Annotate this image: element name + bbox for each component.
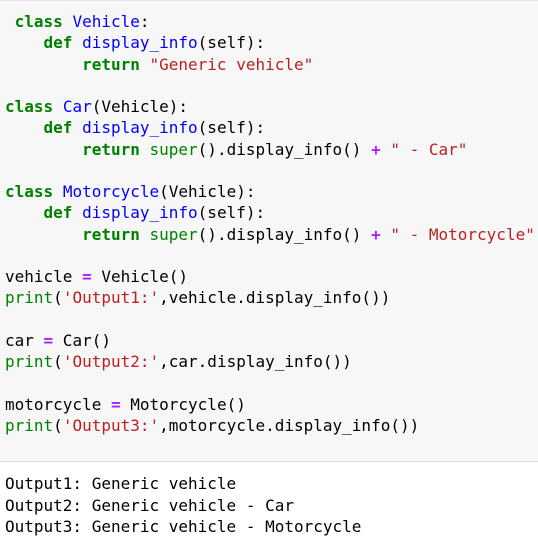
code-line: class Motorcycle(Vehicle):: [5, 181, 535, 202]
code-editor[interactable]: class Vehicle: def display_info(self): r…: [5, 11, 535, 436]
operator-token: =: [43, 330, 54, 350]
code-token: (Vehicle):: [159, 182, 256, 201]
name-token: Motorcycle: [62, 182, 160, 201]
code-token: ().display_info(): [197, 224, 372, 244]
code-line: motorcycle = Motorcycle(): [5, 394, 535, 415]
code-token: ,motorcycle.display_info()): [159, 415, 420, 435]
keyword-token: class: [5, 182, 54, 201]
code-token: (: [53, 415, 63, 435]
code-input-area[interactable]: class Vehicle: def display_info(self): r…: [0, 0, 538, 462]
code-token: ,car.display_info()): [159, 352, 352, 371]
name-token: display_info: [82, 118, 198, 138]
output-line: Output3: Generic vehicle - Motorcycle: [5, 517, 362, 536]
operator-token: +: [371, 139, 381, 159]
code-token: (self):: [197, 33, 266, 53]
cell-output-area: Output1: Generic vehicle Output2: Generic…: [0, 462, 538, 551]
code-token: :: [139, 12, 150, 31]
string-token: 'Output3:': [62, 415, 160, 435]
code-line: print('Output2:',car.display_info()): [5, 351, 535, 372]
code-token: Motorcycle(): [120, 394, 246, 414]
operator-token: =: [82, 267, 92, 286]
code-token: ,vehicle.display_info()): [159, 288, 391, 308]
code-token: (Vehicle):: [91, 97, 189, 116]
keyword-token: def: [43, 118, 73, 138]
output-line: Output1: Generic vehicle: [5, 474, 237, 493]
builtin-token: super: [149, 139, 198, 159]
keyword-token: class: [5, 97, 54, 116]
code-line: car = Car(): [5, 330, 535, 351]
code-token: (self):: [197, 118, 266, 138]
code-token: (: [53, 288, 63, 308]
output-line: Output2: Generic vehicle - Car: [5, 495, 294, 515]
code-line: def display_info(self):: [5, 202, 535, 223]
string-token: "Generic vehicle": [149, 54, 314, 74]
builtin-token: print: [5, 352, 54, 371]
builtin-token: super: [149, 224, 198, 244]
code-line: return super().display_info() + " - Car": [5, 139, 535, 160]
code-token: (: [53, 352, 63, 371]
name-token: Vehicle: [72, 12, 140, 31]
string-token: 'Output1:': [62, 288, 160, 308]
code-token: (self):: [197, 203, 266, 223]
keyword-token: return: [82, 224, 140, 244]
code-token: Vehicle(): [91, 267, 189, 286]
operator-token: =: [110, 394, 121, 414]
string-token: " - Motorcycle": [390, 224, 535, 244]
name-token: display_info: [82, 203, 198, 223]
code-line: def display_info(self):: [5, 32, 535, 53]
string-token: 'Output2:': [62, 352, 160, 371]
code-line: vehicle = Vehicle(): [5, 266, 535, 287]
keyword-token: return: [82, 54, 140, 74]
code-token: ().display_info(): [197, 139, 372, 159]
code-line: return super().display_info() + " - Moto…: [5, 224, 535, 245]
operator-token: +: [371, 224, 381, 244]
code-line: class Car(Vehicle):: [5, 96, 535, 117]
code-line: print('Output1:',vehicle.display_info()): [5, 287, 535, 308]
code-token: car: [5, 330, 44, 350]
builtin-token: print: [5, 415, 54, 435]
output-text: Output1: Generic vehicle Output2: Generic…: [5, 473, 361, 538]
code-line: def display_info(self):: [5, 117, 535, 138]
code-line: print('Output3:',motorcycle.display_info…: [5, 415, 535, 436]
string-token: " - Car": [390, 139, 468, 159]
keyword-token: class: [14, 12, 63, 31]
code-token: vehicle: [5, 267, 83, 286]
code-token: Car(): [53, 330, 111, 350]
keyword-token: return: [82, 139, 140, 159]
name-token: Car: [62, 97, 92, 116]
code-token: motorcycle: [5, 394, 111, 414]
name-token: display_info: [82, 33, 198, 53]
keyword-token: def: [43, 203, 73, 223]
keyword-token: def: [43, 33, 73, 53]
notebook-cell: class Vehicle: def display_info(self): r…: [0, 0, 538, 551]
builtin-token: print: [5, 288, 54, 308]
code-line: class Vehicle:: [5, 11, 535, 32]
code-line: return "Generic vehicle": [5, 54, 535, 75]
